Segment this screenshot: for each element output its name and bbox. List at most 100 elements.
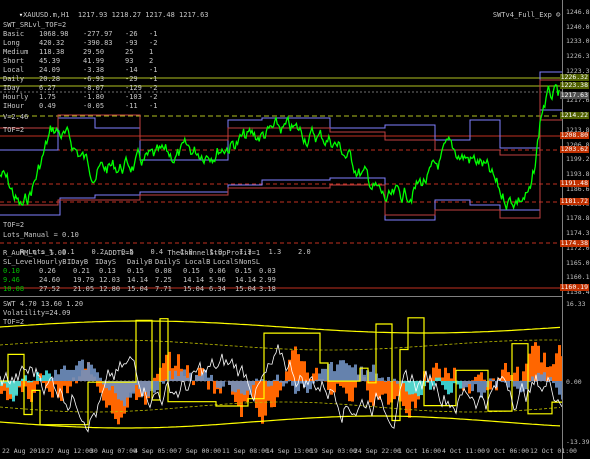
sl-header-cell: IDayS bbox=[95, 258, 117, 266]
info-cell: IDay bbox=[3, 84, 20, 92]
cyan-bar bbox=[336, 364, 339, 381]
cyan-bar bbox=[537, 372, 540, 381]
info-cell: 0.49 bbox=[39, 102, 56, 110]
cyan-bar bbox=[450, 381, 453, 393]
cyan-bar bbox=[30, 381, 33, 383]
info-cell: -14 bbox=[125, 66, 138, 74]
cyan-bar bbox=[231, 381, 234, 392]
date-tick: 19 Sep 03:00 bbox=[310, 447, 357, 455]
sl-header-cell: LocalS bbox=[213, 258, 239, 266]
cyan-bar bbox=[75, 365, 78, 381]
info-cell: Basic bbox=[3, 30, 25, 38]
orange-bar bbox=[501, 369, 504, 381]
price-level-label: 1223.38 bbox=[559, 81, 589, 89]
cyan-bar bbox=[513, 381, 516, 387]
orange-bar bbox=[156, 373, 159, 381]
cyan-bar bbox=[147, 381, 150, 397]
aumm-row: R_AuMM_% = 1.00 ADDTL=0 TheChannelStopPr… bbox=[3, 249, 260, 257]
orange-bar bbox=[333, 381, 336, 393]
cyan-bar bbox=[378, 378, 381, 381]
cyan-bar bbox=[228, 381, 231, 385]
price-chart[interactable]: ▾XAUUSD.m,H1 1217.93 1218.27 1217.48 121… bbox=[0, 0, 562, 297]
cyan-bar bbox=[174, 370, 177, 381]
cyan-bar bbox=[309, 381, 312, 390]
orange-bar bbox=[489, 381, 492, 390]
info-title: SWT_SRLvl_TOF=2 bbox=[3, 21, 67, 29]
date-tick: 30 Aug 07:00 bbox=[90, 447, 137, 455]
info-cell: -2 bbox=[149, 93, 158, 101]
sl-cell: 10.08 bbox=[3, 285, 25, 293]
cyan-bar bbox=[180, 371, 183, 381]
price-scale[interactable]: 1246.801240.001233.001226.321223.381219.… bbox=[559, 0, 590, 459]
sl-header-cell: DailyS bbox=[155, 258, 181, 266]
cyan-bar bbox=[192, 380, 195, 381]
price-tick: 1165.00 bbox=[566, 258, 590, 267]
date-tick: 24 Sep 22:00 bbox=[354, 447, 401, 455]
date-tick: 9 Oct 06:00 bbox=[486, 447, 530, 455]
cyan-bar bbox=[42, 375, 45, 381]
indicator-line bbox=[0, 320, 561, 334]
orange-bar bbox=[351, 381, 354, 402]
orange-bar bbox=[348, 381, 351, 402]
orange-bar bbox=[153, 377, 156, 381]
date-tick: 11 Sep 08:00 bbox=[222, 447, 269, 455]
orange-bar bbox=[339, 381, 342, 387]
info-cell: -6.93 bbox=[83, 75, 105, 83]
cyan-bar bbox=[132, 381, 135, 394]
cyan-bar bbox=[372, 364, 375, 381]
cyan-bar bbox=[93, 368, 96, 381]
info-cell: Short bbox=[3, 57, 25, 65]
volatility-label: Volatility=24.09 bbox=[3, 309, 71, 317]
swt-indicator-panel[interactable]: SWT 4.70 13.60 1.20 Volatility=24.09 TOF… bbox=[0, 297, 568, 445]
price-level-label: 1191.48 bbox=[559, 179, 589, 187]
sl-cell: 6.34 bbox=[209, 285, 226, 293]
cyan-bar bbox=[60, 369, 63, 381]
info-cell: Local bbox=[3, 66, 25, 74]
info-cell: -26 bbox=[125, 30, 138, 38]
price-tick: 1233.00 bbox=[566, 37, 590, 46]
orange-bar bbox=[66, 381, 69, 394]
cyan-bar bbox=[354, 364, 357, 381]
orange-bar bbox=[354, 381, 357, 388]
cyan-bar bbox=[177, 376, 180, 381]
orange-bar bbox=[27, 381, 30, 400]
info-cell: 6.27 bbox=[39, 84, 56, 92]
cyan-bar bbox=[330, 362, 333, 381]
info-cell: 29.50 bbox=[83, 48, 105, 56]
sl-cell: 5.96 bbox=[209, 276, 226, 284]
lots-manual: Lots_Manual = 0.10 bbox=[3, 231, 79, 239]
swt-indicator-svg[interactable] bbox=[0, 297, 568, 445]
cyan-bar bbox=[381, 377, 384, 381]
cyan-bar bbox=[474, 381, 477, 385]
price-level-label: 1208.80 bbox=[559, 131, 589, 139]
ea-label[interactable]: SWTv4_Full_Exp ☺ bbox=[476, 3, 560, 27]
orange-bar bbox=[75, 381, 78, 384]
orange-bar bbox=[480, 372, 483, 381]
sl-cell: 7.71 bbox=[155, 285, 172, 293]
cyan-bar bbox=[531, 376, 534, 381]
cyan-bar bbox=[18, 381, 21, 387]
cyan-bar bbox=[12, 381, 15, 402]
price-level-label: 1214.22 bbox=[559, 111, 589, 119]
cyan-bar bbox=[78, 360, 81, 381]
channel-step-line bbox=[0, 119, 562, 219]
orange-bar bbox=[69, 381, 72, 387]
orange-bar bbox=[483, 379, 486, 381]
price-level-label: 1181.72 bbox=[559, 197, 589, 205]
info-cell: -3.38 bbox=[83, 66, 105, 74]
date-tick: 1 Oct 16:00 bbox=[398, 447, 442, 455]
cyan-bar bbox=[369, 371, 372, 381]
orange-bar bbox=[276, 381, 279, 398]
info-cell: -1.80 bbox=[83, 93, 105, 101]
orange-bar bbox=[384, 381, 387, 394]
orange-bar bbox=[402, 381, 405, 406]
sl-cell: 9.46 bbox=[3, 276, 20, 284]
info-cell: Long bbox=[3, 39, 20, 47]
cyan-bar bbox=[552, 381, 555, 384]
cyan-bar bbox=[114, 381, 117, 394]
cyan-bar bbox=[483, 381, 486, 393]
sl-header-cell: IDayB bbox=[67, 258, 89, 266]
sl-header-cell: NonSL bbox=[239, 258, 261, 266]
channel-step-line bbox=[0, 109, 562, 221]
cyan-bar bbox=[555, 381, 558, 388]
